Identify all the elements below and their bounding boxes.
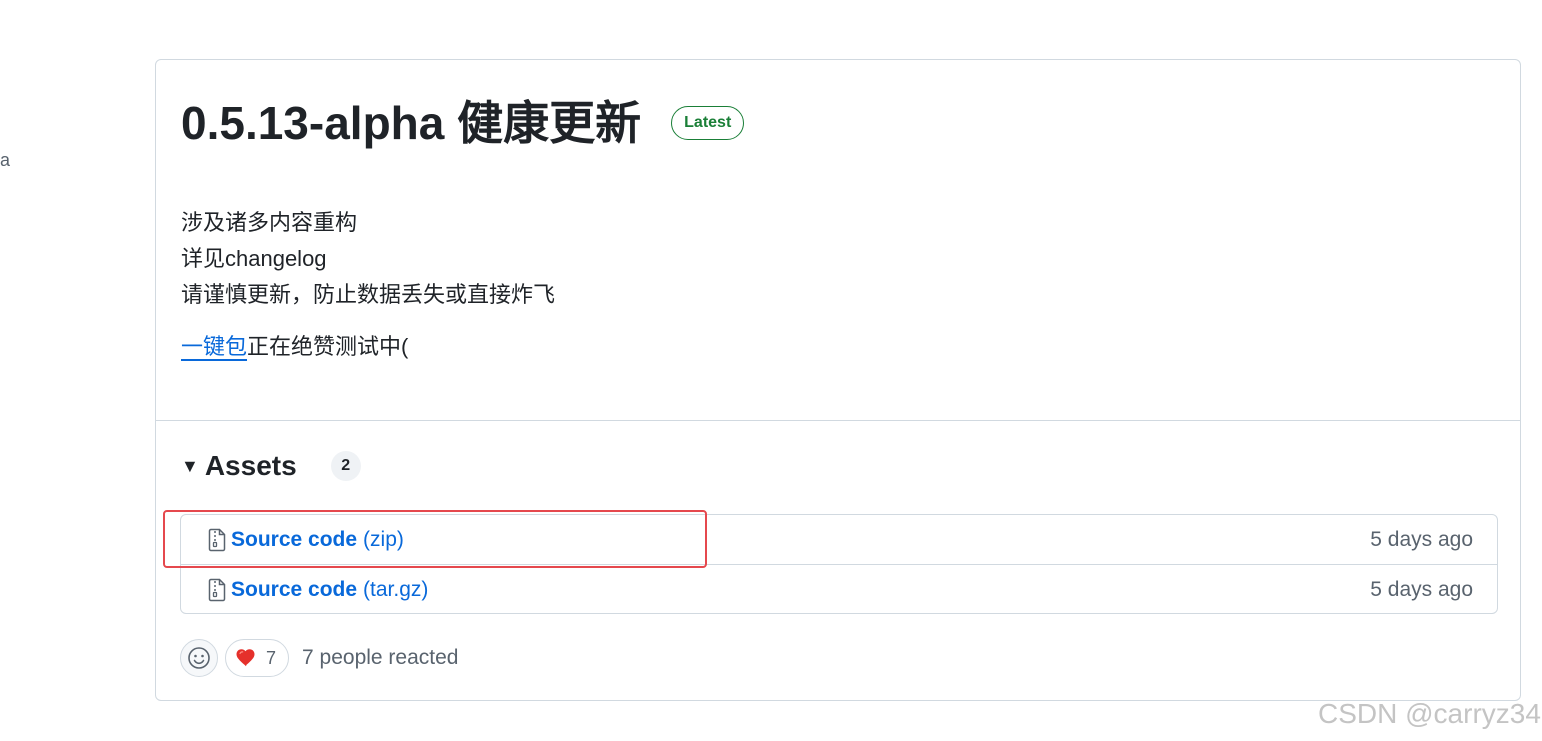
release-note-paragraph: 一键包正在绝赞测试中( — [181, 329, 555, 365]
reactions-bar: 7 7 people reacted — [180, 639, 458, 677]
asset-extension[interactable]: (zip) — [363, 528, 404, 552]
release-note-line: 详见changelog — [181, 246, 327, 271]
section-divider — [156, 420, 1520, 421]
sidebar-text-fragment: a — [0, 150, 11, 170]
source-code-zip-link[interactable]: Source code — [231, 528, 357, 552]
asset-row: Source code (zip) 5 days ago — [181, 515, 1497, 565]
triangle-down-icon: ▼ — [181, 455, 199, 476]
heart-count: 7 — [266, 647, 277, 668]
source-code-tar-gz-link[interactable]: Source code — [231, 578, 357, 602]
add-reaction-button[interactable] — [180, 639, 218, 677]
assets-count-badge: 2 — [330, 451, 361, 481]
file-zip-icon — [208, 578, 226, 601]
reaction-summary: 7 people reacted — [302, 646, 459, 669]
release-note-line: 请谨慎更新，防止数据丢失或直接炸飞 — [181, 282, 556, 307]
file-zip-icon — [208, 528, 226, 552]
watermark: CSDN @carryz34 — [1318, 698, 1541, 729]
release-card: 0.5.13-alpha 健康更新 Latest 涉及诸多内容重构 详见chan… — [155, 59, 1521, 701]
heart-reaction-button[interactable]: 7 — [225, 639, 290, 677]
release-note-line: 涉及诸多内容重构 — [181, 210, 358, 235]
release-title[interactable]: 0.5.13-alpha 健康更新 — [181, 94, 641, 152]
asset-date: 5 days ago — [1370, 577, 1473, 601]
assets-list: Source code (zip) 5 days ago Source code… — [180, 514, 1498, 614]
smiley-icon — [188, 647, 210, 669]
assets-toggle[interactable]: ▼ Assets 2 — [181, 450, 361, 482]
release-notes: 涉及诸多内容重构 详见changelog 请谨慎更新，防止数据丢失或直接炸飞 一… — [181, 205, 555, 365]
one-click-package-link[interactable]: 一键包 — [181, 334, 247, 359]
assets-title: Assets — [204, 450, 297, 481]
latest-badge: Latest — [671, 106, 745, 140]
asset-date: 5 days ago — [1370, 528, 1473, 551]
heart-icon — [236, 649, 255, 667]
asset-extension[interactable]: (tar.gz) — [363, 578, 428, 602]
release-header: 0.5.13-alpha 健康更新 Latest — [181, 94, 745, 152]
asset-row: Source code (tar.gz) 5 days ago — [181, 564, 1497, 614]
release-note-suffix: 正在绝赞测试中( — [247, 334, 409, 359]
